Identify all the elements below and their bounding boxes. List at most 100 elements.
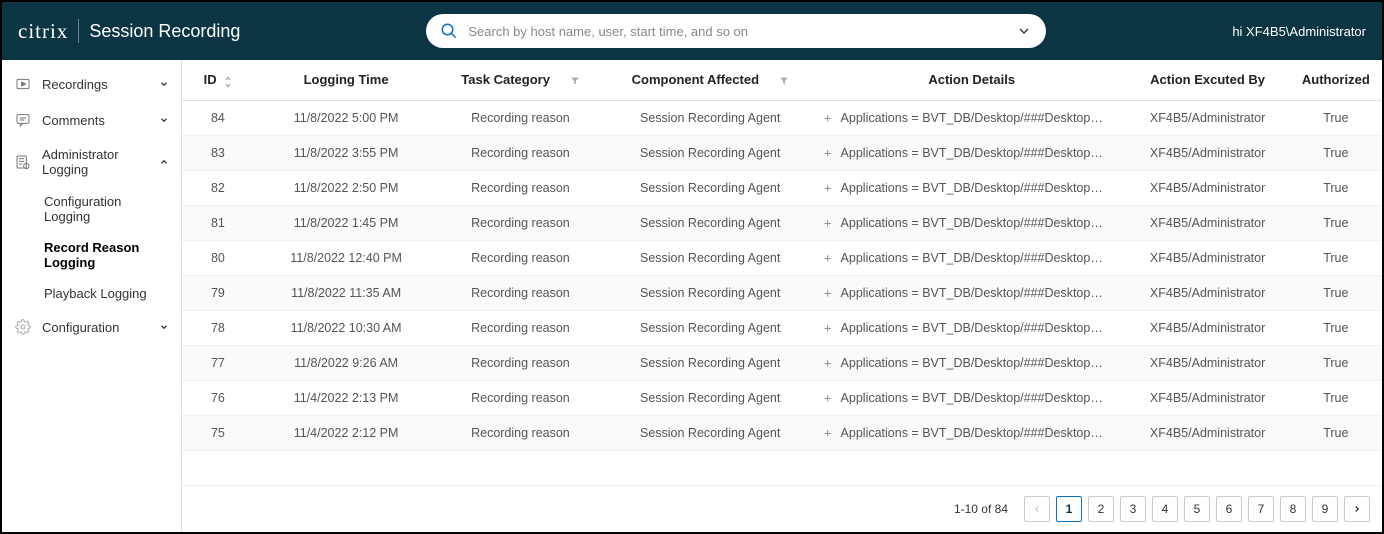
user-greeting[interactable]: hi XF4B5\Administrator [1232,24,1366,39]
cell-time: 11/4/2022 2:13 PM [254,380,439,415]
action-details-text: Applications = BVT_DB/Desktop/###Desktop… [841,321,1103,335]
sort-icon[interactable] [224,76,232,86]
col-task-category[interactable]: Task Category [438,60,602,100]
expand-icon[interactable]: + [824,390,832,405]
col-authorized[interactable]: Authorized [1290,60,1382,100]
sidebar-sub-configuration-logging[interactable]: Configuration Logging [2,186,181,232]
col-action-details[interactable]: Action Details [818,60,1126,100]
cell-component: Session Recording Agent [602,310,817,345]
cell-category: Recording reason [438,275,602,310]
expand-icon[interactable]: + [824,320,832,335]
cell-executed-by: XF4B5/Administrator [1126,170,1290,205]
sidebar-item-recordings[interactable]: Recordings [2,66,181,102]
cell-category: Recording reason [438,310,602,345]
expand-icon[interactable]: + [824,110,832,125]
chevron-down-icon[interactable] [1016,23,1032,39]
expand-icon[interactable]: + [824,250,832,265]
page-number-button[interactable]: 7 [1248,496,1274,522]
brand-logo: citrix [18,19,68,44]
search-box[interactable] [426,14,1046,48]
search-input[interactable] [468,24,1006,39]
table-row[interactable]: 7511/4/2022 2:12 PMRecording reasonSessi… [182,415,1382,450]
table-row[interactable]: 8311/8/2022 3:55 PMRecording reasonSessi… [182,135,1382,170]
col-id[interactable]: ID [182,60,254,100]
cell-category: Recording reason [438,100,602,135]
expand-icon[interactable]: + [824,145,832,160]
cell-authorized: True [1290,205,1382,240]
cell-component: Session Recording Agent [602,240,817,275]
page-number-button[interactable]: 6 [1216,496,1242,522]
sidebar-item-comments[interactable]: Comments [2,102,181,138]
table-row[interactable]: 8011/8/2022 12:40 PMRecording reasonSess… [182,240,1382,275]
sidebar-item-label: Administrator Logging [42,147,149,177]
sidebar-item-admin-logging[interactable]: Administrator Logging [2,138,181,186]
cell-id: 78 [182,310,254,345]
cell-authorized: True [1290,100,1382,135]
expand-icon[interactable]: + [824,215,832,230]
cell-component: Session Recording Agent [602,380,817,415]
cell-action-details: + Applications = BVT_DB/Desktop/###Deskto… [818,310,1126,345]
cell-id: 81 [182,205,254,240]
search-icon [440,22,458,40]
cell-authorized: True [1290,415,1382,450]
col-logging-time[interactable]: Logging Time [254,60,439,100]
sidebar-item-label: Configuration [42,320,149,335]
col-component-affected[interactable]: Component Affected [602,60,817,100]
table-row[interactable]: 7911/8/2022 11:35 AMRecording reasonSess… [182,275,1382,310]
cell-authorized: True [1290,170,1382,205]
cell-action-details: + Applications = BVT_DB/Desktop/###Deskto… [818,380,1126,415]
expand-icon[interactable]: + [824,425,832,440]
cell-component: Session Recording Agent [602,135,817,170]
cell-action-details: +Applications = BVT_DB/Desktop/###Deskto… [818,100,1126,135]
page-prev-button[interactable] [1024,496,1050,522]
cell-action-details: +Applications = BVT_DB/Desktop/###Deskto… [818,135,1126,170]
cell-time: 11/8/2022 5:00 PM [254,100,439,135]
cell-executed-by: XF4B5/Administrator [1126,345,1290,380]
filter-icon[interactable] [562,75,580,87]
page-next-button[interactable] [1344,496,1370,522]
expand-icon[interactable]: + [824,180,832,195]
page-number-button[interactable]: 1 [1056,496,1082,522]
table-row[interactable]: 8411/8/2022 5:00 PMRecording reasonSessi… [182,100,1382,135]
admin-log-icon [14,153,32,171]
table-row[interactable]: 8211/8/2022 2:50 PMRecording reasonSessi… [182,170,1382,205]
sidebar-sub-playback-logging[interactable]: Playback Logging [2,278,181,309]
cell-authorized: True [1290,380,1382,415]
action-details-text: Applications = BVT_DB/Desktop/###Desktop… [841,286,1103,300]
page-number-button[interactable]: 3 [1120,496,1146,522]
table-wrap[interactable]: ID Logging Time Task Category [182,60,1382,485]
cell-time: 11/8/2022 12:40 PM [254,240,439,275]
expand-icon[interactable]: + [824,355,832,370]
cell-component: Session Recording Agent [602,100,817,135]
table-header-row: ID Logging Time Task Category [182,60,1382,100]
cell-time: 11/8/2022 1:45 PM [254,205,439,240]
brand-area: citrix Session Recording [18,19,240,44]
page-number-button[interactable]: 2 [1088,496,1114,522]
comment-icon [14,111,32,129]
page-number-button[interactable]: 5 [1184,496,1210,522]
expand-icon[interactable]: + [824,285,832,300]
table-row[interactable]: 7711/8/2022 9:26 AMRecording reasonSessi… [182,345,1382,380]
table-row[interactable]: 7811/8/2022 10:30 AMRecording reasonSess… [182,310,1382,345]
col-action-executed-by[interactable]: Action Excuted By [1126,60,1290,100]
cell-authorized: True [1290,240,1382,275]
cell-id: 82 [182,170,254,205]
table-row[interactable]: 7611/4/2022 2:13 PMRecording reasonSessi… [182,380,1382,415]
cell-executed-by: XF4B5/Administrator [1126,240,1290,275]
filter-icon[interactable] [771,75,789,87]
sidebar-item-configuration[interactable]: Configuration [2,309,181,345]
page-number-button[interactable]: 4 [1152,496,1178,522]
cell-executed-by: XF4B5/Administrator [1126,275,1290,310]
cell-executed-by: XF4B5/Administrator [1126,135,1290,170]
sidebar-sub-record-reason-logging[interactable]: Record Reason Logging [2,232,181,278]
cell-action-details: +Applications = BVT_DB/Desktop/###Deskto… [818,240,1126,275]
action-details-text: Applications = BVT_DB/Desktop/###Desktop… [841,426,1103,440]
col-label: Authorized [1302,72,1370,87]
gear-icon [14,318,32,336]
header-bar: citrix Session Recording hi XF4B5\Admini… [2,2,1382,60]
page-number-button[interactable]: 8 [1280,496,1306,522]
action-details-text: Applications = BVT_DB/Desktop/###Desktop… [841,391,1103,405]
page-number-button[interactable]: 9 [1312,496,1338,522]
page-info: 1-10 of 84 [954,502,1008,516]
table-row[interactable]: 8111/8/2022 1:45 PMRecording reasonSessi… [182,205,1382,240]
